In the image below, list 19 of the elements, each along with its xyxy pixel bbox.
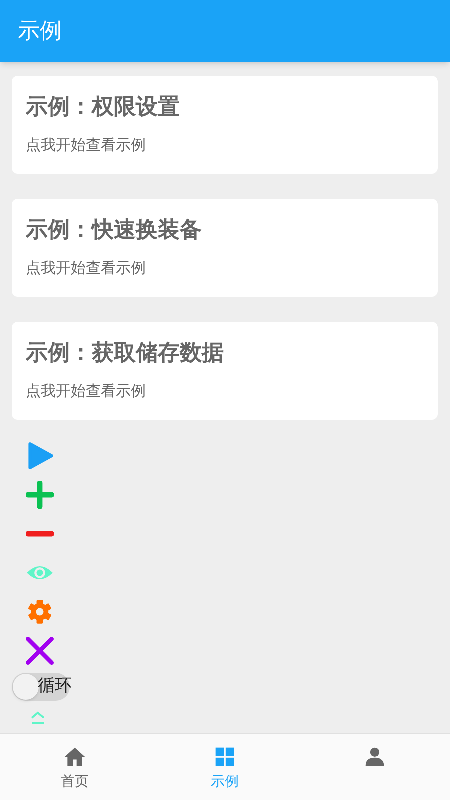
card-title: 示例：获取储存数据 (26, 340, 225, 368)
close-icon[interactable] (26, 637, 54, 665)
nav-tab[interactable]: 首页 (0, 734, 150, 800)
grid-icon (214, 746, 236, 768)
plus-icon[interactable] (26, 481, 54, 509)
person-icon (364, 746, 386, 768)
example-card[interactable]: 示例：快速换装备 点我开始查看示例 (12, 199, 438, 297)
card-subtitle: 点我开始查看示例 (26, 381, 147, 402)
card-title: 示例：权限设置 (26, 94, 181, 122)
example-card[interactable]: 示例：获取储存数据 点我开始查看示例 (12, 322, 438, 420)
settings-icon[interactable] (26, 598, 54, 626)
card-subtitle: 点我开始查看示例 (26, 135, 147, 156)
play-icon[interactable] (26, 442, 54, 470)
home-icon (64, 746, 86, 768)
loop-switch[interactable]: 循环 (12, 673, 70, 701)
app-bar-title: 示例 (18, 18, 62, 46)
card-subtitle: 点我开始查看示例 (26, 258, 147, 279)
example-card[interactable]: 示例：权限设置 点我开始查看示例 (12, 76, 438, 174)
card-title: 示例：快速换装备 (26, 217, 203, 245)
